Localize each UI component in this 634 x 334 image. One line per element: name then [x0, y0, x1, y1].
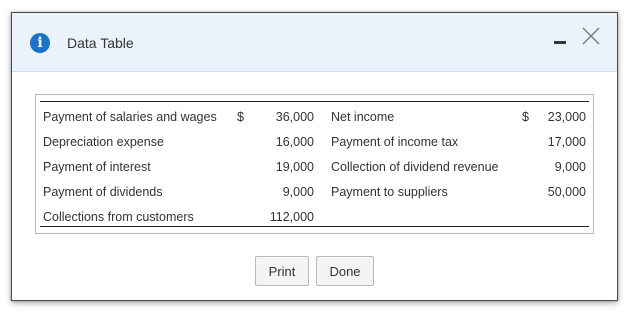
row-left-label: Collections from customers	[43, 210, 194, 224]
row-left-value: 112,000	[269, 210, 314, 224]
row-right-label: Payment of income tax	[331, 135, 459, 149]
row-right-value: 17,000	[547, 135, 586, 149]
row-right-value: 50,000	[547, 185, 586, 199]
dialog-titlebar: i Data Table	[12, 13, 617, 72]
table-row: Payment of salaries and wages $36,000 Net …	[36, 104, 593, 129]
row-left-currency: $	[237, 110, 244, 124]
row-right-label: Collection of dividend revenue	[331, 160, 499, 174]
table-bottom-rule	[40, 226, 589, 227]
close-icon	[582, 27, 600, 45]
info-icon: i	[30, 33, 50, 53]
print-button[interactable]: Print	[255, 256, 309, 286]
table-row: Depreciation expense 16,000 Payment of inc…	[36, 129, 593, 154]
row-right-value: 9,000	[554, 160, 586, 174]
row-right-label: Net income	[331, 110, 395, 124]
row-left-label: Payment of salaries and wages	[43, 110, 217, 124]
data-table-dialog: i Data Table Payment of salaries and wag…	[11, 12, 618, 301]
row-left-value: 19,000	[275, 160, 314, 174]
minimize-icon	[554, 41, 566, 44]
dialog-title: Data Table	[67, 35, 134, 51]
minimize-button[interactable]	[550, 31, 572, 51]
row-left-label: Depreciation expense	[43, 135, 164, 149]
done-button[interactable]: Done	[316, 256, 374, 286]
table-row: Payment of dividends 9,000 Payment to supp…	[36, 179, 593, 204]
data-table: Payment of salaries and wages $36,000 Net …	[35, 94, 594, 234]
row-right-label: Payment to suppliers	[331, 185, 448, 199]
close-button[interactable]	[580, 25, 602, 47]
table-row: Payment of interest 19,000 Collection of d…	[36, 154, 593, 179]
table-top-rule	[40, 101, 589, 102]
row-left-value: 9,000	[282, 185, 314, 199]
row-left-label: Payment of interest	[43, 160, 151, 174]
row-left-value: 16,000	[275, 135, 314, 149]
row-left-label: Payment of dividends	[43, 185, 163, 199]
row-right-value: 23,000	[547, 110, 586, 124]
row-right-currency: $	[522, 110, 529, 124]
row-left-value: 36,000	[275, 110, 314, 124]
